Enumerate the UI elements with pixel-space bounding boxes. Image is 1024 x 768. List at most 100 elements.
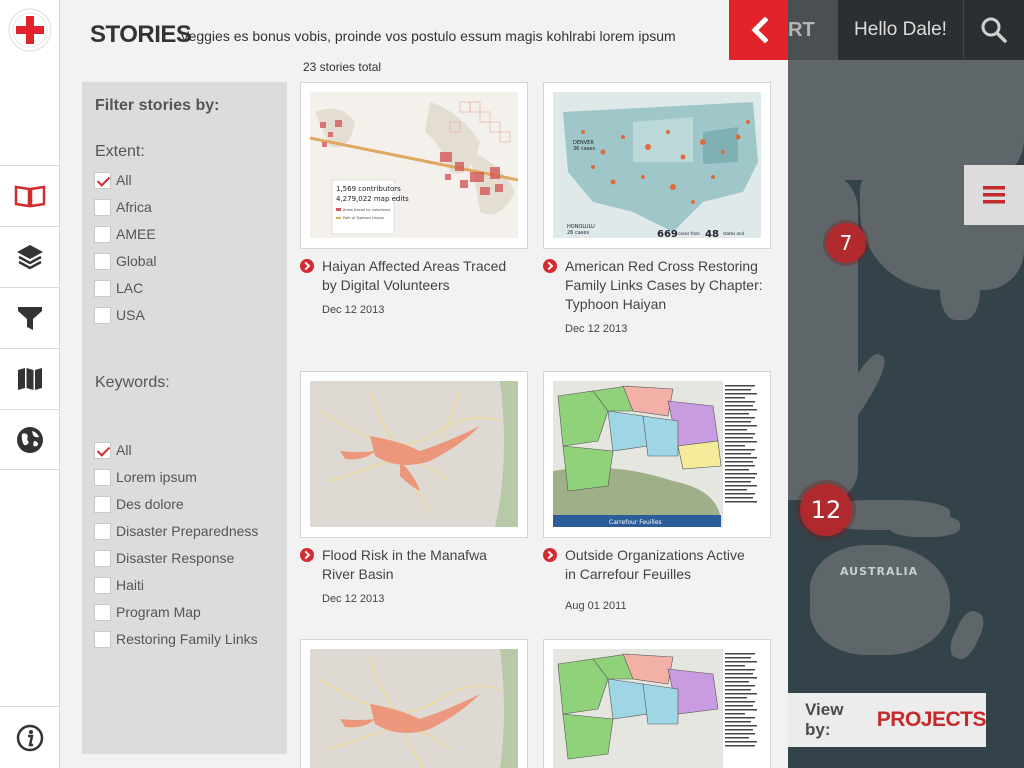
story-card-thumbnail[interactable]: [543, 639, 771, 768]
extent-option-lac[interactable]: LAC: [94, 278, 143, 298]
story-title[interactable]: Outside Organizations Active in Carrefou…: [565, 547, 745, 582]
red-cross-icon: [8, 8, 52, 52]
checkbox-label: Disaster Preparedness: [116, 523, 259, 539]
story-date: Aug 01 2011: [565, 600, 627, 612]
checkbox-label: Restoring Family Links: [116, 631, 258, 647]
nav-layers[interactable]: [0, 226, 60, 287]
story-link[interactable]: Outside Organizations Active in Carrefou…: [543, 546, 753, 584]
story-date: Dec 12 2013: [565, 323, 628, 335]
checkbox-label: Lorem ipsum: [116, 469, 197, 485]
view-by-value[interactable]: PROJECTS: [863, 708, 987, 732]
checkbox-label: LAC: [116, 280, 144, 296]
thumb-contributors: 1,569 contributors: [336, 185, 401, 193]
checkbox-label: All: [116, 442, 132, 458]
checkbox-label: AMEE: [116, 226, 156, 242]
keyword-option-lorem-ipsum[interactable]: Lorem ipsum: [94, 467, 197, 487]
story-title[interactable]: Flood Risk in the Manafwa River Basin: [322, 547, 487, 582]
thumb-states-and: states and: [723, 231, 744, 236]
extent-option-usa[interactable]: USA: [94, 305, 145, 325]
story-card-thumbnail[interactable]: Carrefour Feuilles: [543, 371, 771, 538]
filter-heading: Filter stories by:: [95, 97, 220, 114]
filter-icon: [18, 307, 42, 330]
story-link[interactable]: Haiyan Affected Areas Traced by Digital …: [300, 257, 510, 295]
carrefour-map-thumbnail: [553, 649, 761, 768]
keyword-option-haiti[interactable]: Haiti: [94, 575, 144, 595]
checkbox[interactable]: [94, 603, 111, 621]
checkbox[interactable]: [94, 549, 111, 567]
view-by-control[interactable]: View by: PROJECTS: [788, 693, 987, 747]
checkbox[interactable]: [94, 252, 111, 270]
checkbox[interactable]: [94, 630, 111, 648]
checkbox[interactable]: [94, 279, 111, 297]
nav-globe[interactable]: [0, 409, 60, 470]
search-button[interactable]: [964, 0, 1024, 60]
info-button[interactable]: [0, 706, 60, 768]
checkbox[interactable]: [94, 171, 111, 189]
keyword-option-des-dolore[interactable]: Des dolore: [94, 494, 184, 514]
checkbox[interactable]: [94, 576, 111, 594]
view-by-label: View by:: [805, 700, 844, 739]
story-card-thumbnail[interactable]: [300, 371, 528, 538]
checkbox-label: Des dolore: [116, 496, 184, 512]
land-new-zealand: [945, 607, 989, 663]
land-asia-north: [788, 60, 1024, 180]
usa-cases-map-thumbnail: DENVER 36 cases HONOLULU 26 cases 669 ca…: [553, 92, 761, 238]
story-tab[interactable]: RT: [788, 0, 838, 60]
keywords-heading: Keywords:: [95, 374, 170, 391]
stories-total: 23 stories total: [303, 60, 382, 74]
thumb-cases-from: cases from: [678, 231, 700, 236]
checkbox[interactable]: [94, 522, 111, 540]
checkbox-label: Global: [116, 253, 157, 269]
thumb-48: 48: [705, 229, 719, 238]
keyword-option-disaster-response[interactable]: Disaster Response: [94, 548, 234, 568]
checkbox[interactable]: [94, 495, 111, 513]
red-cross-logo[interactable]: [0, 0, 60, 60]
story-link[interactable]: American Red Cross Restoring Family Link…: [543, 257, 773, 314]
checkbox-label: Disaster Response: [116, 550, 235, 566]
map-icon: [18, 368, 42, 390]
map-cluster-marker[interactable]: 7: [826, 223, 866, 263]
map-cluster-marker[interactable]: 12: [800, 484, 852, 536]
keyword-option-all[interactable]: All: [94, 440, 132, 460]
story-card-thumbnail[interactable]: 1,569 contributors 4,279,022 map edits A…: [300, 82, 528, 249]
extent-option-africa[interactable]: Africa: [94, 197, 152, 217]
keyword-option-disaster-preparedness[interactable]: Disaster Preparedness: [94, 521, 258, 541]
checkbox[interactable]: [94, 198, 111, 216]
story-thumbnail-image: DENVER 36 cases HONOLULU 26 cases 669 ca…: [553, 92, 761, 238]
story-title[interactable]: American Red Cross Restoring Family Link…: [565, 258, 763, 312]
story-date: Dec 12 2013: [322, 304, 385, 316]
flood-risk-map-thumbnail: [310, 649, 518, 768]
haiyan-map-thumbnail: 1,569 contributors 4,279,022 map edits A…: [310, 92, 518, 238]
map-menu-button[interactable]: [964, 165, 1024, 225]
checkbox-label: Program Map: [116, 604, 201, 620]
story-title[interactable]: Haiyan Affected Areas Traced by Digital …: [322, 258, 506, 293]
checkbox[interactable]: [94, 441, 111, 459]
carrefour-map-thumbnail: Carrefour Feuilles: [553, 381, 761, 527]
keyword-option-program-map[interactable]: Program Map: [94, 602, 201, 622]
chevron-right-icon: [300, 548, 314, 562]
story-thumbnail-image: [310, 381, 518, 527]
story-card-thumbnail[interactable]: [300, 639, 528, 768]
checkbox[interactable]: [94, 306, 111, 324]
story-card-thumbnail[interactable]: DENVER 36 cases HONOLULU 26 cases 669 ca…: [543, 82, 771, 249]
stories-panel: STORIES Veggies es bonus vobis, proinde …: [60, 0, 788, 768]
checkbox-label: All: [116, 172, 132, 188]
nav-filter[interactable]: [0, 287, 60, 348]
extent-option-global[interactable]: Global: [94, 251, 156, 271]
info-icon: [16, 724, 44, 751]
checkbox[interactable]: [94, 225, 111, 243]
story-link[interactable]: Flood Risk in the Manafwa River Basin: [300, 546, 510, 584]
left-rail: [0, 0, 60, 768]
page-subtitle: Veggies es bonus vobis, proinde vos post…: [180, 28, 676, 44]
checkbox[interactable]: [94, 468, 111, 486]
search-icon: [981, 17, 1007, 43]
keyword-option-restoring-family-links[interactable]: Restoring Family Links: [94, 629, 258, 649]
extent-option-amee[interactable]: AMEE: [94, 224, 156, 244]
land-new-guinea: [890, 515, 960, 537]
flood-risk-map-thumbnail: [310, 381, 518, 527]
user-greeting[interactable]: Hello Dale!: [838, 0, 964, 60]
collapse-panel-button[interactable]: [729, 0, 788, 60]
extent-option-all[interactable]: All: [94, 170, 132, 190]
nav-stories[interactable]: [0, 165, 60, 226]
nav-maps[interactable]: [0, 348, 60, 409]
